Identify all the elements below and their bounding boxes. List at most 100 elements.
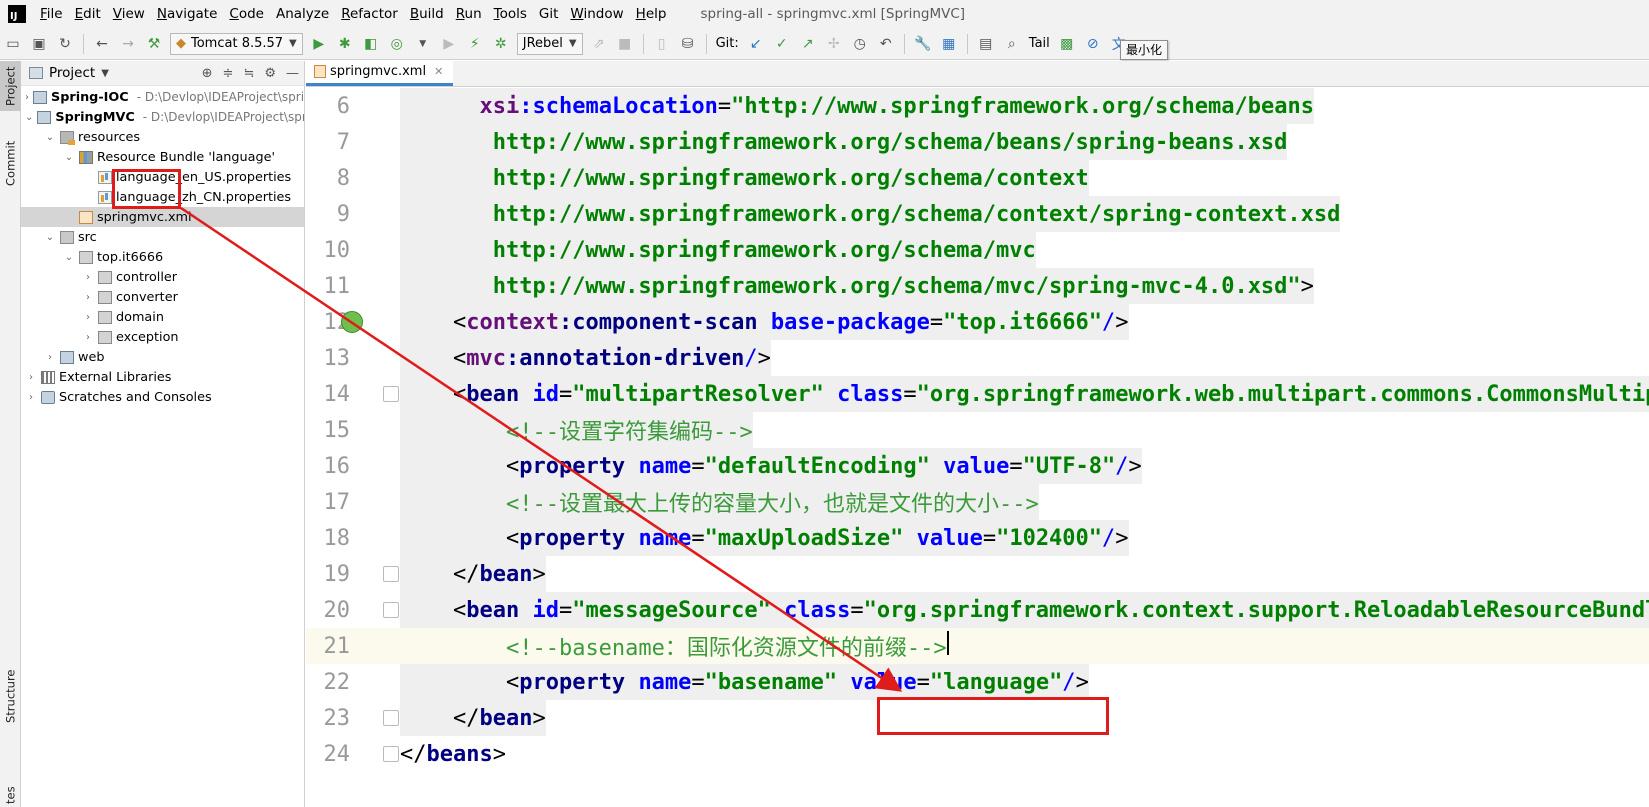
tree-item[interactable]: › domain	[21, 307, 304, 327]
project-structure-icon[interactable]: ▦	[940, 35, 958, 53]
code-line[interactable]: 16 < property name = "defaultEncoding" valu…	[306, 448, 1649, 484]
chevron-right-icon[interactable]: ›	[25, 92, 29, 103]
code-line[interactable]: 15 <!--设置字符集编码-->	[306, 412, 1649, 448]
chevron-right-icon[interactable]: ›	[25, 372, 37, 383]
tree-item[interactable]: › web	[21, 347, 304, 367]
sync-icon[interactable]: ↻	[56, 35, 74, 53]
chevron-right-icon[interactable]: ›	[25, 392, 37, 403]
code-line[interactable]: 11 http://www.springframework.org/schema…	[306, 268, 1649, 304]
power-save-icon[interactable]: ⊘	[1084, 35, 1102, 53]
tree-item[interactable]: › Spring-IOC - D:\Devlop\IDEAProject\spri	[21, 87, 304, 107]
tree-item[interactable]: ⌄ src	[21, 227, 304, 247]
chevron-down-icon[interactable]: ⌄	[63, 252, 75, 263]
menu-navigate[interactable]: Navigate	[151, 0, 224, 28]
database-icon[interactable]: ⛁	[679, 35, 697, 53]
tree-item[interactable]: › Scratches and Consoles	[21, 387, 304, 407]
fold-marker-icon[interactable]	[383, 746, 399, 762]
debug-icon[interactable]: ✱	[336, 35, 354, 53]
chevron-right-icon[interactable]: ›	[82, 332, 94, 343]
tree-item[interactable]: › External Libraries	[21, 367, 304, 387]
structure-tool-tab[interactable]: Structure	[0, 661, 21, 731]
chevron-right-icon[interactable]: ›	[82, 292, 94, 303]
fold-marker-icon[interactable]	[383, 602, 399, 618]
code-line[interactable]: 6 xsi:schemaLocation = "http://www.springf…	[306, 88, 1649, 124]
fold-marker-icon[interactable]	[383, 566, 399, 582]
tree-item[interactable]: ⌄ SpringMVC - D:\Devlop\IDEAProject\spr	[21, 107, 304, 127]
menu-git[interactable]: Git	[533, 0, 565, 28]
code-line[interactable]: 18 < property name = "maxUploadSize" value =…	[306, 520, 1649, 556]
tree-item[interactable]: › exception	[21, 327, 304, 347]
settings-wrench-icon[interactable]: 🔧	[914, 35, 932, 53]
close-icon[interactable]: ✕	[434, 65, 443, 78]
jrebel-run-icon[interactable]: ⚡	[466, 35, 484, 53]
chevron-down-icon[interactable]: ⌄	[25, 112, 33, 123]
code-line[interactable]: 12 < context:component-scan base-package =…	[306, 304, 1649, 340]
hide-icon[interactable]: —	[286, 66, 299, 81]
menu-view[interactable]: View	[107, 0, 151, 28]
fold-marker-icon[interactable]	[383, 710, 399, 726]
run-config-dropdown[interactable]: ◆ Tomcat 8.5.57 ▼	[170, 32, 303, 55]
locate-icon[interactable]: ⊕	[202, 66, 213, 81]
more-run-icon[interactable]: ▼	[414, 35, 432, 53]
code-line[interactable]: 24 </beans>	[306, 736, 1649, 772]
tail-label[interactable]: Tail	[1029, 36, 1050, 51]
code-line[interactable]: 8 http://www.springframework.org/schema/…	[306, 160, 1649, 196]
code-line[interactable]: 19 </bean >	[306, 556, 1649, 592]
menu-window[interactable]: Window	[564, 0, 629, 28]
code-line[interactable]: 7 http://www.springframework.org/schema/…	[306, 124, 1649, 160]
favorites-tool-tab[interactable]: tes	[0, 783, 21, 807]
search-icon[interactable]: ⌕	[1003, 35, 1021, 53]
jrebel-debug-icon[interactable]: ✲	[492, 35, 510, 53]
code-line[interactable]: 17 <!--设置最大上传的容量大小，也就是文件的大小-->	[306, 484, 1649, 520]
spring-bean-gutter-icon[interactable]	[341, 311, 363, 333]
chevron-down-icon[interactable]: ▼	[101, 68, 109, 79]
tab-springmvc-xml[interactable]: springmvc.xml ✕	[306, 61, 454, 86]
run-icon[interactable]: ▶	[310, 35, 328, 53]
commit-tool-tab[interactable]: Commit	[0, 133, 21, 193]
code-line[interactable]: 21 <!--basename：国际化资源文件的前缀-->	[306, 628, 1649, 664]
chevron-right-icon[interactable]: ›	[82, 312, 94, 323]
menu-tools[interactable]: Tools	[488, 0, 533, 28]
tree-item[interactable]: › converter	[21, 287, 304, 307]
coverage-icon[interactable]: ◧	[362, 35, 380, 53]
tree-item[interactable]: ⌄ Resource Bundle 'language'	[21, 147, 304, 167]
fold-marker-icon[interactable]	[383, 386, 399, 402]
build-hammer-icon[interactable]: ⚒	[145, 35, 163, 53]
expand-all-icon[interactable]: ≑	[223, 66, 234, 81]
chevron-down-icon[interactable]: ⌄	[44, 132, 56, 143]
git-rollback-icon[interactable]: ↶	[877, 35, 895, 53]
menu-refactor[interactable]: Refactor	[335, 0, 404, 28]
code-line[interactable]: 9 http://www.springframework.org/schema/…	[306, 196, 1649, 232]
code-line[interactable]: 22 < property name = "basename" value = "lang…	[306, 664, 1649, 700]
code-line[interactable]: 10 http://www.springframework.org/schema…	[306, 232, 1649, 268]
tree-item[interactable]: › controller	[21, 267, 304, 287]
tree-item[interactable]: springmvc.xml	[21, 207, 304, 227]
tree-item[interactable]: ⌄ top.it6666	[21, 247, 304, 267]
menu-edit[interactable]: Edit	[69, 0, 107, 28]
git-history-icon[interactable]: ◷	[851, 35, 869, 53]
project-panel-title[interactable]: Project	[49, 65, 95, 81]
chevron-right-icon[interactable]: ›	[44, 352, 56, 363]
menu-file[interactable]: File	[34, 0, 69, 28]
menu-build[interactable]: Build	[404, 0, 450, 28]
terminal-icon[interactable]: ▤	[977, 35, 995, 53]
chevron-right-icon[interactable]: ›	[82, 272, 94, 283]
chevron-down-icon[interactable]: ⌄	[63, 152, 75, 163]
git-update-icon[interactable]: ↙	[747, 35, 765, 53]
code-line[interactable]: 20 < bean id = "messageSource" class = "org.s…	[306, 592, 1649, 628]
menu-code[interactable]: Code	[223, 0, 270, 28]
jrebel-dropdown[interactable]: JRebel ▼	[516, 32, 583, 55]
profile-icon[interactable]: ◎	[388, 35, 406, 53]
project-tool-tab[interactable]: Project	[0, 61, 21, 111]
forward-icon[interactable]: →	[119, 35, 137, 53]
code-line[interactable]: 14 < bean id = "multipartResolver" class = "o…	[306, 376, 1649, 412]
statistic-icon[interactable]: ▩	[1058, 35, 1076, 53]
code-line[interactable]: 13 < mvc:annotation-driven / >	[306, 340, 1649, 376]
chevron-down-icon[interactable]: ⌄	[44, 232, 56, 243]
menu-help[interactable]: Help	[630, 0, 673, 28]
git-commit-icon[interactable]: ✓	[773, 35, 791, 53]
collapse-all-icon[interactable]: ≒	[243, 66, 254, 81]
gear-icon[interactable]: ⚙	[264, 66, 276, 81]
save-all-icon[interactable]: ▣	[30, 35, 48, 53]
menu-analyze[interactable]: Analyze	[270, 0, 335, 28]
